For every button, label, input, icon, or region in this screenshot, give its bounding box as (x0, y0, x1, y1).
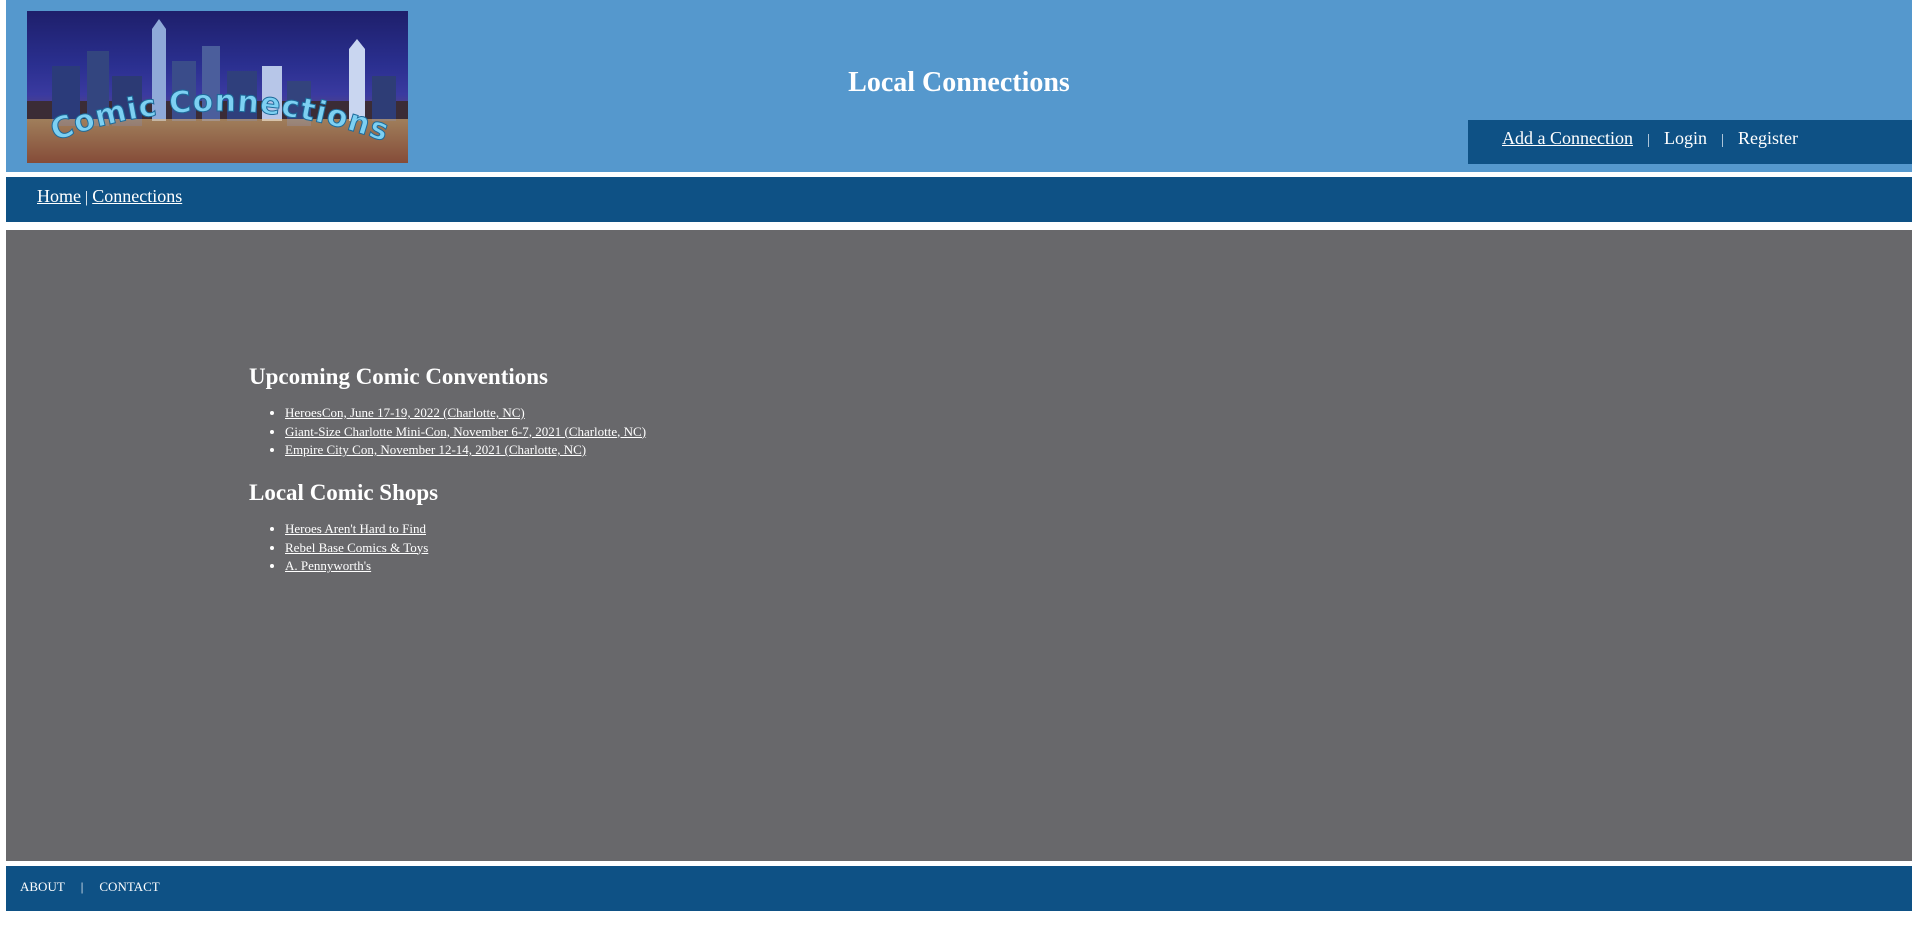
main-content: Upcoming Comic Conventions HeroesCon, Ju… (6, 230, 1912, 861)
shops-heading: Local Comic Shops (249, 480, 439, 505)
connections-link[interactable]: Connections (92, 186, 182, 206)
nav-separator: | (1646, 132, 1650, 148)
home-link[interactable]: Home (37, 186, 81, 206)
shop-link[interactable]: Heroes Aren't Hard to Find (285, 521, 426, 536)
list-item: A. Pennyworth's (285, 557, 438, 576)
shops-list: Heroes Aren't Hard to Find Rebel Base Co… (249, 520, 438, 576)
page-title: Local Connections (848, 67, 1070, 98)
list-item: Rebel Base Comics & Toys (285, 539, 438, 558)
site-header: Comic Connections Local Connections Add … (6, 0, 1912, 172)
footer-separator: | (80, 879, 84, 894)
shop-link[interactable]: A. Pennyworth's (285, 558, 371, 573)
nav-separator: | (85, 189, 89, 206)
about-link[interactable]: ABOUT (20, 879, 65, 894)
site-footer: ABOUT | CONTACT (6, 866, 1912, 911)
convention-link[interactable]: Empire City Con, November 12-14, 2021 (C… (285, 442, 586, 457)
add-connection-link[interactable]: Add a Connection (1502, 128, 1633, 148)
main-nav: Home | Connections (6, 177, 1912, 222)
list-item: Empire City Con, November 12-14, 2021 (C… (285, 441, 646, 460)
conventions-heading: Upcoming Comic Conventions (249, 364, 549, 389)
register-link[interactable]: Register (1738, 128, 1798, 148)
conventions-section: Upcoming Comic Conventions HeroesCon, Ju… (249, 364, 646, 460)
convention-link[interactable]: Giant-Size Charlotte Mini-Con, November … (285, 424, 646, 439)
convention-link[interactable]: HeroesCon, June 17-19, 2022 (Charlotte, … (285, 405, 525, 420)
conventions-list: HeroesCon, June 17-19, 2022 (Charlotte, … (249, 404, 646, 460)
list-item: HeroesCon, June 17-19, 2022 (Charlotte, … (285, 404, 646, 423)
contact-link[interactable]: CONTACT (99, 879, 159, 894)
shop-link[interactable]: Rebel Base Comics & Toys (285, 540, 428, 555)
user-nav: Add a Connection | Login | Register (1468, 120, 1912, 164)
login-link[interactable]: Login (1664, 128, 1707, 148)
list-item: Giant-Size Charlotte Mini-Con, November … (285, 423, 646, 442)
list-item: Heroes Aren't Hard to Find (285, 520, 438, 539)
shops-section: Local Comic Shops Heroes Aren't Hard to … (249, 480, 438, 576)
nav-separator: | (1721, 132, 1725, 148)
